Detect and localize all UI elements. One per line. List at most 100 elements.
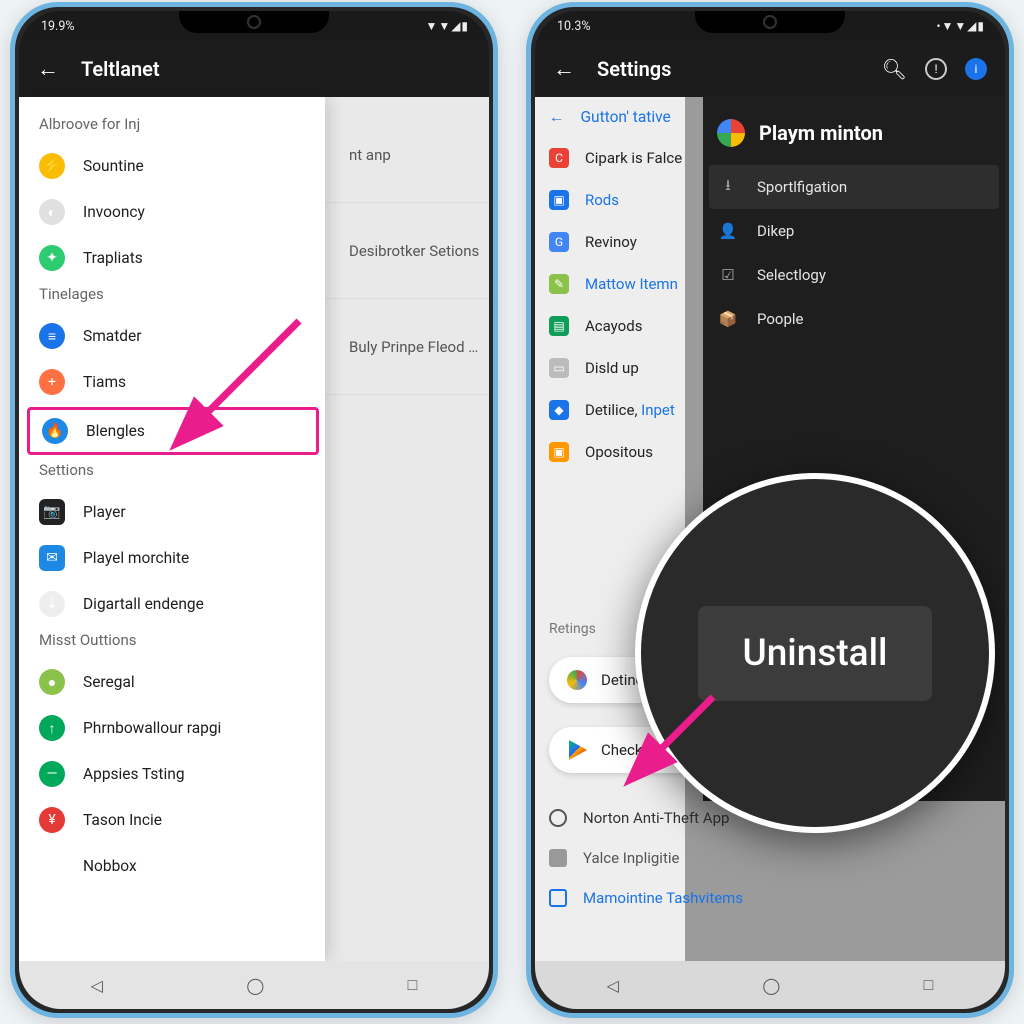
list-item[interactable]: Norton Anti-Theft App [549, 809, 729, 827]
uninstall-button[interactable]: Uninstall [698, 606, 931, 701]
app-title: Settings [597, 57, 671, 81]
drawer-item[interactable]: ¥ Tason Incie [19, 797, 325, 843]
app-icon: ◐ [39, 199, 65, 225]
app-icon: ▤ [549, 316, 569, 336]
info-icon[interactable]: i [965, 58, 987, 80]
panel-item-label: Poople [757, 310, 804, 328]
panel-title: Playm minton [759, 121, 883, 145]
drawer-section-head: Settions [19, 457, 325, 489]
drawer-item[interactable]: ≡Smatder [19, 313, 325, 359]
app-row-label: Mattow Itemn [585, 275, 678, 293]
drawer-section-head: Tinelages [19, 281, 325, 313]
drawer-item-label: Invooncy [83, 203, 145, 221]
status-icons: • ▼ ▼ ◢ ▮ [936, 19, 983, 33]
list-item[interactable]: Yalce Inpligitie [549, 849, 679, 867]
nav-bar: ◁ ◯ □ [535, 961, 1005, 1009]
drawer-item[interactable]: +Tiams [19, 359, 325, 405]
panel-item-icon: ☑ [717, 264, 739, 286]
app-icon: 🔥 [42, 418, 68, 444]
panel-item[interactable]: ⭳ Sportlfigation [709, 165, 999, 209]
status-time: 19.9% [41, 19, 75, 34]
nav-recent-icon[interactable]: □ [408, 975, 418, 995]
back-icon[interactable]: ← [549, 108, 565, 127]
section-head: Retings [549, 621, 596, 637]
app-row-label: Acayods [585, 317, 642, 335]
status-time: 10.3% [557, 19, 591, 34]
panel-item-icon: 📦 [717, 308, 739, 330]
list-item[interactable]: Mamointine Tashvitems [549, 889, 743, 907]
nav-home-icon[interactable]: ◯ [246, 976, 264, 995]
panel-item-icon: 👤 [717, 220, 739, 242]
drawer-section-head: Albroove for Inj [19, 111, 325, 143]
app-bar: ← Settings 🔍︎ ! i [535, 41, 1005, 97]
drawer-item[interactable]: ◐ Invooncy [19, 189, 325, 235]
phone-left: 19.9% ▼ ▼ ◢ ▮ ← Teltlanet nt anp Desibro… [10, 2, 498, 1018]
panel-item-label: Dikep [757, 222, 794, 240]
drawer-item-label: Seregal [83, 673, 135, 691]
app-icon: ⚡ [39, 153, 65, 179]
drawer-item[interactable]: ⇣ Digartall endenge [19, 581, 325, 627]
app-icon: ⇣ [39, 591, 65, 617]
app-icon: ▭ [549, 358, 569, 378]
back-icon[interactable]: ← [37, 56, 59, 82]
app-icon: ✦ [39, 245, 65, 271]
warning-icon[interactable]: ! [925, 58, 947, 80]
app-row-label: Revinoy [585, 233, 637, 251]
drawer-item[interactable]: ● Seregal [19, 659, 325, 705]
app-icon: + [39, 369, 65, 395]
nav-home-icon[interactable]: ◯ [762, 976, 780, 995]
nav-recent-icon[interactable]: □ [924, 975, 934, 995]
drawer-item[interactable]: 📷Player [19, 489, 325, 535]
drawer-item-label: Player [83, 503, 126, 521]
shield-icon [567, 670, 587, 690]
app-bar: ← Teltlanet [19, 41, 489, 97]
panel-item-icon: ⭳ [717, 176, 739, 198]
app-icon: — [39, 761, 65, 787]
drawer-item[interactable]: ↑ Phrnbowallour rapgi [19, 705, 325, 751]
drawer-item[interactable]: ✦Trapliats [19, 235, 325, 281]
drawer-item-label: Playel morchite [83, 549, 189, 567]
search-icon[interactable]: 🔍︎ [882, 57, 907, 81]
drawer-item[interactable]: 🔥 Blengles [27, 407, 319, 455]
nav-drawer[interactable]: Albroove for Inj ⚡ Sountine ◐ Invooncy ✦Trapl… [19, 97, 325, 961]
notch [695, 11, 845, 33]
screen-body: ← Gutton' tative CCipark is Falce▣RodsGR… [535, 97, 1005, 961]
status-icons: ▼ ▼ ◢ ▮ [425, 19, 467, 33]
app-icon: ✉ [39, 545, 65, 571]
app-icon [549, 849, 567, 867]
drawer-item-label: Tason Incie [83, 811, 162, 829]
zoom-callout: Uninstall [635, 473, 995, 833]
drawer-item[interactable]: ✉ Playel morchite [19, 535, 325, 581]
app-icon: ◆ [549, 400, 569, 420]
app-icon: ○ [39, 853, 65, 879]
nav-back-icon[interactable]: ◁ [91, 976, 103, 995]
drawer-item-label: Blengles [86, 422, 145, 440]
app-row-label: Disld up [585, 359, 639, 377]
panel-item-label: Sportlfigation [757, 178, 847, 196]
panel-item[interactable]: ☑ Selectlogy [703, 253, 1005, 297]
drawer-item[interactable]: ⚡ Sountine [19, 143, 325, 189]
app-icon: ✎ [549, 274, 569, 294]
panel-item-label: Selectlogy [757, 266, 826, 284]
back-icon[interactable]: ← [553, 56, 575, 82]
panel-item[interactable]: 📦 Poople [703, 297, 1005, 341]
app-icon: ¥ [39, 807, 65, 833]
nav-back-icon[interactable]: ◁ [607, 976, 619, 995]
play-icon [567, 740, 587, 760]
drawer-item[interactable]: —Appsies Tsting [19, 751, 325, 797]
notch [179, 11, 329, 33]
drawer-item[interactable]: ○Nobbox [19, 843, 325, 889]
app-icon: ↑ [39, 715, 65, 741]
app-row-label: Rods [585, 191, 619, 209]
app-logo-icon [717, 119, 745, 147]
app-row-label: Detilice, Inpet [585, 401, 675, 419]
drawer-item-label: Smatder [83, 327, 142, 345]
drawer-item-label: Digartall endenge [83, 595, 204, 613]
drawer-section-head: Misst Outtions [19, 627, 325, 659]
app-icon: G [549, 232, 569, 252]
app-icon: ● [39, 669, 65, 695]
panel-item[interactable]: 👤 Dikep [703, 209, 1005, 253]
app-title: Teltlanet [81, 57, 160, 81]
drawer-item-label: Sountine [83, 157, 144, 175]
drawer-item-label: Phrnbowallour rapgi [83, 719, 221, 737]
